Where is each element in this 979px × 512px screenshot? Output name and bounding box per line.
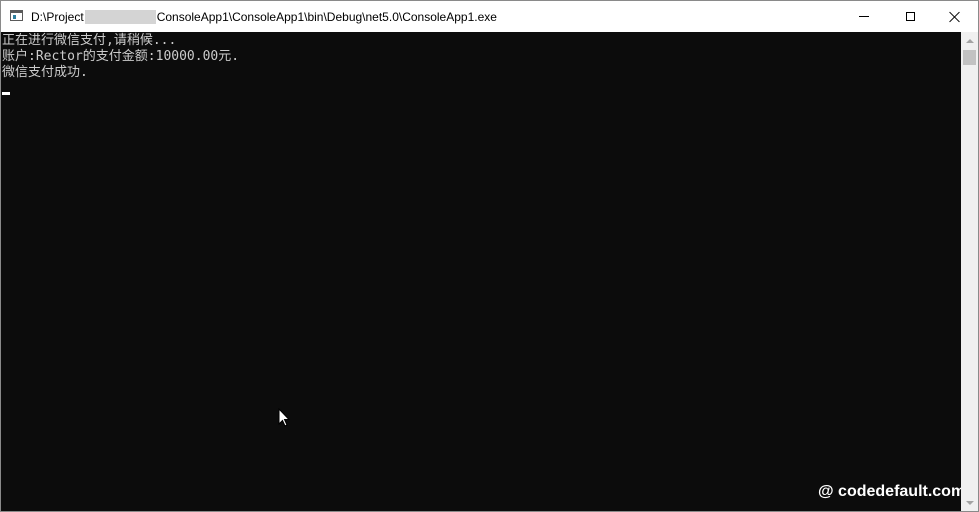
vertical-scrollbar[interactable]	[961, 32, 978, 511]
console-window: D:\Project ConsoleApp1\ConsoleApp1\bin\De…	[0, 0, 979, 512]
console-line: 微信支付成功.	[2, 65, 88, 80]
window-title-suffix: ConsoleApp1\ConsoleApp1\bin\Debug\net5.0…	[156, 10, 497, 24]
minimize-button[interactable]	[841, 1, 887, 32]
console-app-icon[interactable]	[10, 10, 23, 21]
watermark-text: @ codedefault.com	[818, 483, 966, 500]
window-title-prefix: D:\Project	[31, 10, 84, 24]
close-button[interactable]	[932, 1, 978, 32]
window-title: D:\Project ConsoleApp1\ConsoleApp1\bin\De…	[31, 9, 497, 25]
close-icon	[949, 11, 961, 23]
text-cursor	[2, 92, 10, 95]
scroll-thumb[interactable]	[963, 50, 976, 65]
console-output[interactable]: 正在进行微信支付,请稍候... 账户:Rector的支付金额:10000.00元…	[1, 32, 961, 511]
arrow-down-icon	[965, 500, 974, 505]
maximize-icon	[905, 12, 915, 21]
scroll-up-button[interactable]	[961, 32, 978, 49]
scroll-down-button[interactable]	[961, 494, 978, 511]
maximize-button[interactable]	[887, 1, 933, 32]
minimize-icon	[859, 16, 869, 17]
console-line: 账户:Rector的支付金额:10000.00元.	[2, 49, 240, 64]
mouse-pointer-icon	[278, 408, 290, 427]
redacted-path-segment	[84, 10, 156, 24]
title-bar[interactable]: D:\Project ConsoleApp1\ConsoleApp1\bin\De…	[1, 1, 978, 32]
arrow-up-icon	[965, 38, 974, 43]
console-line: 正在进行微信支付,请稍候...	[2, 33, 177, 48]
